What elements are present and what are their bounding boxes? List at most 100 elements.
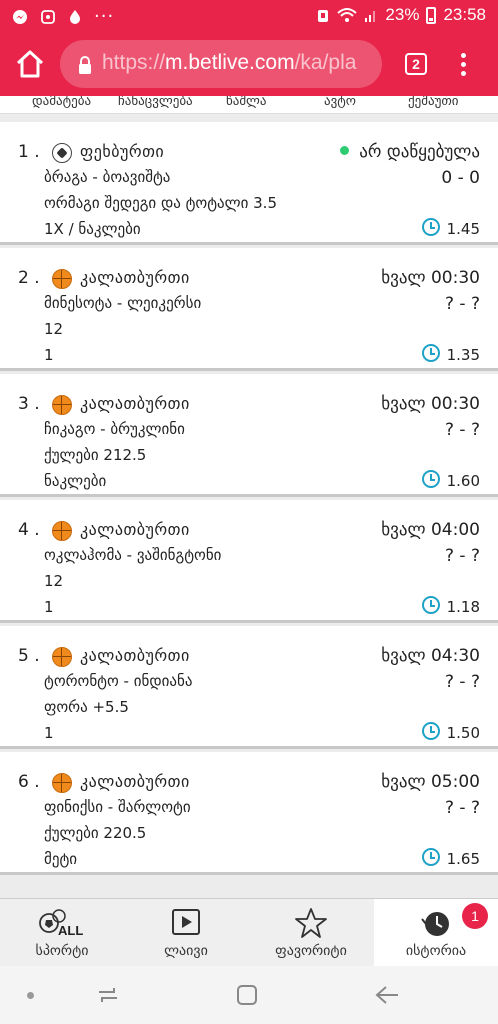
sports-all-icon: ALL (39, 909, 83, 937)
system-navigation-bar (0, 966, 498, 1024)
history-icon (421, 912, 449, 936)
drop-icon (70, 9, 80, 24)
notification-icon (41, 9, 55, 24)
match-status-text: არ დაწყებულა (359, 142, 480, 162)
sports-all-text: ALL (58, 923, 83, 937)
bet-market: ქულები 220.5 (44, 824, 147, 842)
battery-icon (426, 6, 437, 24)
match-score: 0 - 0 (441, 168, 480, 188)
bet-pick: ნაკლები (44, 472, 107, 490)
status-time: 23:58 (443, 5, 486, 24)
sport-name: კალათბურთი (80, 646, 190, 665)
basketball-icon (52, 773, 72, 793)
bet-history-list: 1 . ფეხბურთი არ დაწყებულა ბრაგა - ბოავიშ… (0, 114, 498, 898)
history-badge: 1 (462, 903, 488, 929)
match-teams: ჩიკაგო - ბრუკლინი (44, 420, 185, 438)
nav-live[interactable]: ლაივი (124, 899, 248, 967)
sport-name: კალათბურთი (80, 394, 190, 413)
status-right: 23% 23:58 (316, 5, 486, 25)
match-score: ? - ? (445, 672, 480, 692)
play-icon (172, 909, 200, 935)
bet-odds: 1.50 (446, 724, 480, 742)
clock-icon (422, 470, 440, 488)
bet-card[interactable]: 3 . კალათბურთი ხვალ 00:30 ჩიკაგო - ბრუკლ… (0, 374, 498, 497)
match-status: არ დაწყებულა (340, 142, 480, 162)
nav-history[interactable]: 1 ისტორია (374, 899, 498, 967)
back-icon[interactable] (374, 984, 400, 1006)
battery-percent: 23% (385, 5, 420, 24)
recent-apps-icon[interactable] (96, 984, 120, 1006)
match-teams: მინესოტა - ლეიკერსი (44, 294, 202, 312)
bet-market: ქულები 212.5 (44, 446, 147, 464)
add-action[interactable]: დამატება (32, 96, 91, 109)
overflow-menu-icon[interactable] (455, 50, 471, 78)
match-teams: ფინიქსი - შარლოტი (44, 798, 191, 816)
nav-dot-icon (27, 992, 34, 999)
bet-odds: 1.18 (446, 598, 480, 616)
bet-card[interactable]: 2 . კალათბურთი ხვალ 00:30 მინესოტა - ლეი… (0, 248, 498, 371)
match-time: ხვალ 00:30 (381, 268, 480, 288)
bet-pick: მეტი (44, 850, 78, 868)
nav-favorites[interactable]: ფავორიტი (249, 899, 373, 967)
basketball-icon (52, 647, 72, 667)
bottom-navigation: ALL სპორტი ლაივი ფავორიტი 1 ისტორია (0, 898, 498, 967)
home-icon[interactable] (14, 48, 46, 80)
soccer-ball-icon (52, 143, 72, 163)
match-time: ხვალ 04:30 (381, 646, 480, 666)
bet-number: 6 . (18, 772, 40, 792)
match-teams: ტორონტო - ინდიანა (44, 672, 193, 690)
bet-card[interactable]: 6 . კალათბურთი ხვალ 05:00 ფინიქსი - შარლ… (0, 752, 498, 875)
match-score: ? - ? (445, 546, 480, 566)
bet-number: 1 . (18, 142, 40, 162)
signal-icon (365, 11, 376, 22)
star-icon (295, 908, 327, 938)
clock-icon (422, 596, 440, 614)
bet-market: 12 (44, 320, 64, 338)
bet-number: 5 . (18, 646, 40, 666)
nav-live-label: ლაივი (164, 943, 208, 959)
url-text: https://m.betlive.com/ka/pla (102, 51, 356, 75)
bet-market: ფორა +5.5 (44, 698, 129, 716)
clock-icon (422, 848, 440, 866)
sport-name: ფეხბურთი (80, 142, 165, 161)
nav-history-label: ისტორია (405, 943, 467, 959)
nav-sports[interactable]: ALL სპორტი (0, 899, 124, 967)
bet-pick: 1 (44, 724, 54, 742)
bet-market: ორმაგი შედეგი და ტოტალი 3.5 (44, 194, 277, 212)
clock-icon (422, 722, 440, 740)
bet-pick: 1 (44, 346, 54, 364)
bet-odds: 1.45 (446, 220, 480, 238)
alarm-icon (318, 10, 329, 22)
home-button-icon[interactable] (236, 984, 258, 1006)
browser-toolbar: https://m.betlive.com/ka/pla 2 (0, 32, 498, 96)
tab-switcher-button[interactable]: 2 (405, 53, 427, 75)
cashout-action[interactable]: ქეშაუთი (408, 96, 459, 109)
url-path: /ka/pla (294, 51, 357, 74)
bet-card[interactable]: 5 . კალათბურთი ხვალ 04:30 ტორონტო - ინდი… (0, 626, 498, 749)
nav-sports-label: სპორტი (35, 943, 89, 959)
match-score: ? - ? (445, 420, 480, 440)
bet-actions-bar: დამატება ჩანაცვლება წაშლა ავტო ქეშაუთი (0, 96, 498, 114)
address-bar[interactable]: https://m.betlive.com/ka/pla (60, 40, 382, 88)
bet-odds: 1.60 (446, 472, 480, 490)
more-notifications: ··· (94, 6, 115, 27)
match-teams: ბრაგა - ბოავიშტა (44, 168, 171, 186)
sport-name: კალათბურთი (80, 772, 190, 791)
messenger-icon (13, 9, 27, 24)
sport-name: კალათბურთი (80, 520, 190, 539)
basketball-icon (52, 395, 72, 415)
bet-card[interactable]: 4 . კალათბურთი ხვალ 04:00 ოკლაჰომა - ვაშ… (0, 500, 498, 623)
lock-icon (79, 56, 91, 74)
clock-icon (422, 344, 440, 362)
basketball-icon (52, 521, 72, 541)
match-score: ? - ? (445, 294, 480, 314)
status-bar: ··· 23% 23:58 (0, 0, 498, 32)
replace-action[interactable]: ჩანაცვლება (118, 96, 193, 109)
auto-action[interactable]: ავტო (324, 96, 356, 109)
status-dot-icon (340, 145, 350, 155)
bet-card[interactable]: 1 . ფეხბურთი არ დაწყებულა ბრაგა - ბოავიშ… (0, 122, 498, 245)
match-time: ხვალ 05:00 (381, 772, 480, 792)
match-time: ხვალ 04:00 (381, 520, 480, 540)
bet-number: 2 . (18, 268, 40, 288)
delete-action[interactable]: წაშლა (226, 96, 267, 109)
